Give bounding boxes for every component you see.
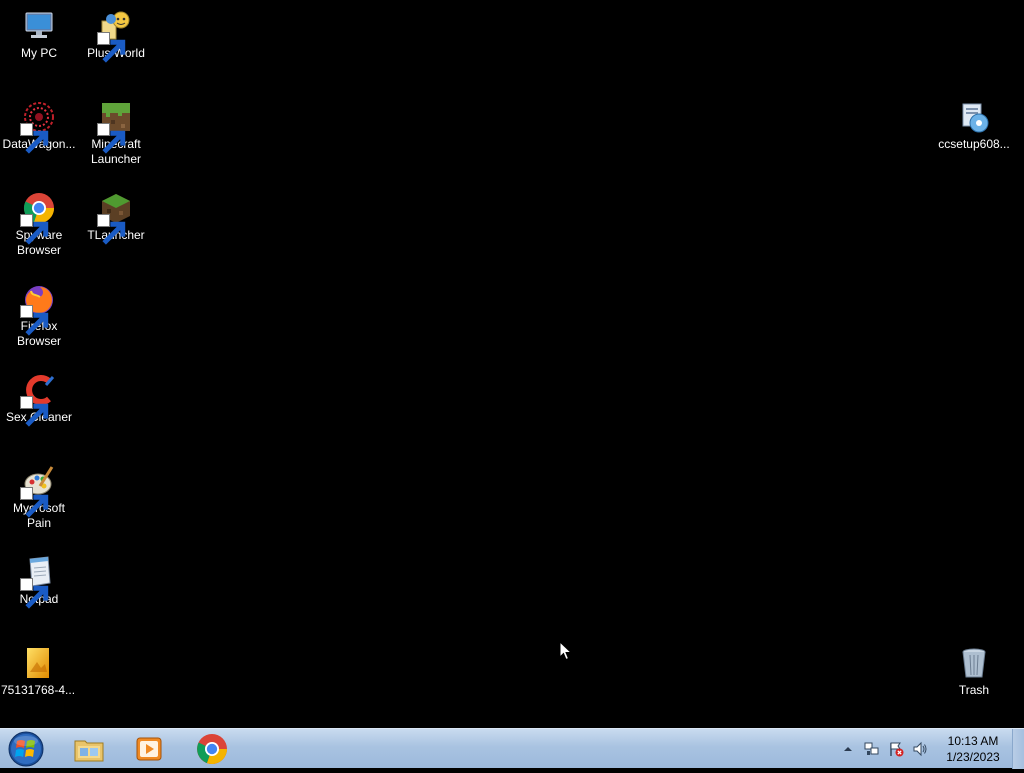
start-button[interactable] — [6, 730, 46, 768]
paint-icon — [20, 464, 56, 518]
shortcut-arrow-icon — [20, 578, 49, 609]
volume-icon — [913, 741, 927, 757]
desktop-icon-trash[interactable]: Trash — [936, 640, 1012, 698]
shortcut-arrow-icon — [20, 214, 49, 245]
taskbar-media-player-button[interactable] — [122, 730, 176, 767]
recycle-bin-icon — [957, 646, 991, 680]
desktop-icon-label: My PC — [21, 46, 57, 60]
shortcut-arrow-icon — [20, 396, 49, 427]
volume-tray-button[interactable] — [911, 740, 929, 758]
desktop-icon-notpad[interactable]: Notpad — [1, 549, 77, 609]
shortcut-arrow-icon — [97, 214, 126, 245]
chrome-icon — [197, 733, 227, 764]
clock-date: 1/23/2023 — [946, 750, 1000, 764]
show-hidden-icons-button[interactable] — [839, 740, 857, 758]
desktop-icon-firefox-browser[interactable]: Firefox Browser — [1, 276, 77, 349]
mouse-cursor-icon — [559, 641, 572, 661]
desktop-icon-label: ccsetup608... — [938, 137, 1010, 151]
show-desktop-button[interactable] — [1012, 729, 1024, 769]
desktop-icon-my-pc[interactable]: My PC — [1, 3, 77, 61]
notepad-icon — [20, 555, 56, 609]
taskbar-clock[interactable]: 10:13 AM 1/23/2023 — [940, 733, 1006, 765]
network-icon — [864, 742, 879, 755]
show-hidden-icons-arrow — [844, 747, 852, 751]
desktop-icon-minecraft-launcher[interactable]: Minecraft Launcher — [78, 94, 154, 167]
tlauncher-icon — [97, 191, 133, 245]
ccleaner-icon — [20, 373, 56, 427]
shortcut-arrow-icon — [97, 32, 126, 63]
desktop-icon-spyware-browser[interactable]: Spyware Browser — [1, 185, 77, 258]
desktop-icon-label: Trash — [958, 683, 990, 697]
desktop-icon-mycrosoft-pain[interactable]: Mycrosoft Pain — [1, 458, 77, 531]
chrome-icon — [20, 191, 56, 245]
taskbar-chrome-button[interactable] — [185, 730, 239, 767]
computer-icon — [22, 9, 56, 43]
desktop-icon-image-file[interactable]: 75131768-4... — [0, 640, 76, 698]
desktop-icon-plus-world[interactable]: Plus World — [78, 3, 154, 63]
shortcut-arrow-icon — [20, 305, 49, 336]
desktop-icon-sex-cleaner[interactable]: Sex Cleaner — [1, 367, 77, 427]
desktop-icon-ccsetup[interactable]: ccsetup608... — [936, 94, 1012, 152]
datawagon-icon — [20, 100, 56, 154]
taskbar: 10:13 AM 1/23/2023 — [0, 728, 1024, 769]
desktop-icon-label: 75131768-4... — [0, 683, 76, 697]
shortcut-arrow-icon — [97, 123, 126, 154]
minecraft-icon — [97, 100, 133, 154]
plus-world-icon — [97, 9, 133, 63]
network-tray-button[interactable] — [863, 740, 881, 758]
desktop-icon-datawagon[interactable]: DataWagon... — [1, 94, 77, 154]
action-center-tray-button[interactable] — [887, 740, 905, 758]
clock-time: 10:13 AM — [947, 734, 999, 748]
firefox-icon — [20, 282, 56, 336]
image-file-icon — [21, 646, 55, 680]
shortcut-arrow-icon — [20, 487, 49, 518]
shortcut-arrow-icon — [20, 123, 49, 154]
desktop: My PC Plus World DataWagon... Minecraft … — [0, 0, 1024, 728]
system-tray: 10:13 AM 1/23/2023 — [836, 729, 1024, 769]
file-explorer-icon — [74, 740, 104, 761]
taskbar-file-explorer-button[interactable] — [62, 730, 116, 767]
start-orb-icon — [8, 731, 44, 767]
action-center-icon — [890, 742, 904, 757]
desktop-icon-tlauncher[interactable]: TLauncher — [78, 185, 154, 245]
media-player-icon — [136, 737, 162, 760]
installer-icon — [957, 100, 991, 134]
